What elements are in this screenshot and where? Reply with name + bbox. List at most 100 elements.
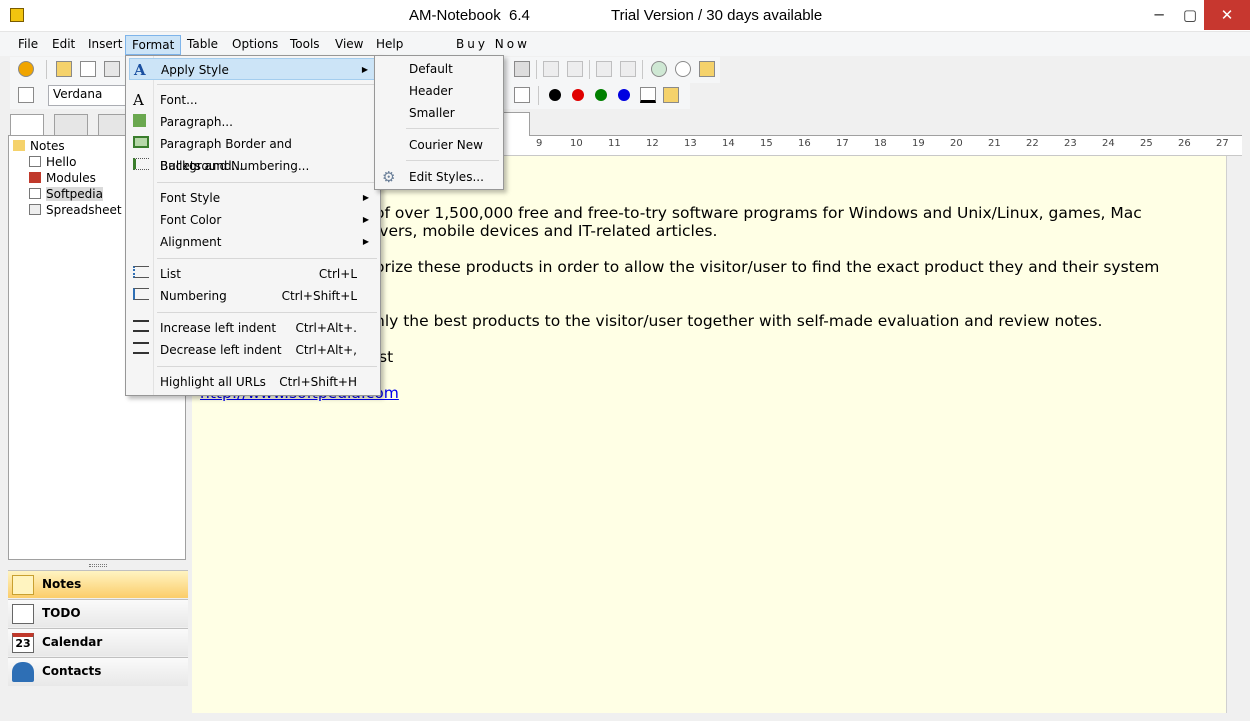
apply-style-icon: A — [134, 61, 146, 79]
menu-item-alignment[interactable]: Alignment ▶ — [129, 231, 377, 253]
modules-icon — [29, 172, 41, 183]
ruler-tick: 20 — [950, 138, 963, 149]
list-icon[interactable] — [514, 87, 530, 103]
page-icon — [29, 156, 41, 167]
menu-file[interactable]: File — [12, 35, 44, 55]
menu-item-bullets-numbering[interactable]: Bullets and Numbering... — [129, 155, 377, 177]
style-courier-new[interactable]: Courier New — [378, 134, 500, 156]
menu-view[interactable]: View — [329, 35, 369, 55]
font-icon: A — [133, 91, 144, 109]
menu-table[interactable]: Table — [181, 35, 224, 55]
menu-separator — [157, 312, 377, 313]
buy-now-link[interactable]: Buy Now — [456, 37, 530, 51]
menu-item-font-style[interactable]: Font Style ▶ — [129, 187, 377, 209]
ruler-tick: 25 — [1140, 138, 1153, 149]
calendar-icon: 23 — [12, 633, 34, 653]
color-black-icon[interactable] — [549, 89, 561, 101]
ruler-tick: 17 — [836, 138, 849, 149]
ruler-tick: 21 — [988, 138, 1001, 149]
submenu-arrow-icon: ▶ — [361, 65, 368, 74]
vertical-scrollbar[interactable] — [1226, 156, 1242, 713]
menu-item-font[interactable]: A Font... — [129, 89, 377, 111]
highlight-color-icon[interactable] — [663, 87, 679, 103]
menu-format[interactable]: Format — [125, 35, 182, 55]
ruler-tick: 16 — [798, 138, 811, 149]
edit-styles[interactable]: ⚙ Edit Styles... — [378, 166, 500, 188]
tab-search[interactable] — [54, 114, 88, 136]
nav-contacts-button[interactable]: Contacts — [8, 657, 188, 686]
toolbar-separator — [536, 60, 537, 79]
style-header[interactable]: Header — [378, 80, 500, 102]
menu-item-numbering[interactable]: Numbering Ctrl+Shift+L — [129, 285, 377, 307]
tree-item-softpedia[interactable]: Softpedia — [29, 186, 103, 202]
ruler-tick: 10 — [570, 138, 583, 149]
edit-table-icon[interactable] — [514, 61, 530, 77]
menu-item-highlight-urls[interactable]: Highlight all URLs Ctrl+Shift+H — [129, 371, 377, 393]
spreadsheet-icon — [29, 204, 41, 215]
tree-item-spreadsheet[interactable]: Spreadsheet — [29, 202, 122, 218]
menu-options[interactable]: Options — [226, 35, 284, 55]
tree-item-notes[interactable]: Notes — [13, 138, 65, 154]
menu-edit[interactable]: Edit — [46, 35, 81, 55]
menu-help[interactable]: Help — [370, 35, 409, 55]
splitter-grip[interactable] — [89, 564, 107, 567]
menu-tools[interactable]: Tools — [284, 35, 326, 55]
editor-line: of over 1,500,000 free and free-to-try s… — [375, 204, 1142, 222]
color-red-icon[interactable] — [572, 89, 584, 101]
toolbar-separator — [642, 60, 643, 79]
tab-notes-tree[interactable] — [10, 114, 44, 136]
new-folder-icon[interactable] — [56, 61, 72, 77]
ruler-tick: 15 — [760, 138, 773, 149]
insert-column-icon[interactable] — [567, 61, 583, 77]
ruler-tick: 22 — [1026, 138, 1039, 149]
style-icon[interactable] — [18, 87, 34, 103]
todo-icon — [12, 604, 34, 624]
ruler-tick: 9 — [536, 138, 543, 149]
toolbar-separator — [46, 60, 47, 79]
insert-row-icon[interactable] — [543, 61, 559, 77]
window-title: AM-Notebook 6.4 — [409, 7, 530, 24]
new-table-icon[interactable] — [104, 61, 120, 77]
nav-notes-button[interactable]: Notes — [8, 570, 188, 598]
style-smaller[interactable]: Smaller — [378, 102, 500, 124]
color-green-icon[interactable] — [595, 89, 607, 101]
nav-calendar-button[interactable]: 23 Calendar — [8, 628, 188, 656]
font-color-icon[interactable] — [640, 87, 656, 103]
ruler-tick: 26 — [1178, 138, 1191, 149]
new-page-icon[interactable] — [80, 61, 96, 77]
menu-separator — [157, 182, 377, 183]
ruler-tick: 14 — [722, 138, 735, 149]
tree-item-modules[interactable]: Modules — [29, 170, 96, 186]
database-icon[interactable] — [699, 61, 715, 77]
add-alarm-icon[interactable] — [651, 61, 667, 77]
menu-item-increase-indent[interactable]: Increase left indent Ctrl+Alt+. — [129, 317, 377, 339]
delete-row-icon[interactable] — [596, 61, 612, 77]
close-button[interactable]: ✕ — [1204, 0, 1250, 30]
toolbar-separator — [589, 60, 590, 79]
menu-item-decrease-indent[interactable]: Decrease left indent Ctrl+Alt+, — [129, 339, 377, 361]
ruler-tick: 24 — [1102, 138, 1115, 149]
document-tab[interactable] — [500, 112, 530, 136]
color-blue-icon[interactable] — [618, 89, 630, 101]
menu-separator — [157, 258, 377, 259]
menu-separator — [157, 84, 377, 85]
nav-todo-button[interactable]: TODO — [8, 599, 188, 627]
style-default[interactable]: Default — [378, 58, 500, 80]
page-icon — [29, 188, 41, 199]
menu-insert[interactable]: Insert — [82, 35, 128, 55]
tree-item-hello[interactable]: Hello — [29, 154, 76, 170]
folder-icon — [13, 140, 25, 151]
menu-item-paragraph[interactable]: Paragraph... — [129, 111, 377, 133]
new-note-icon[interactable] — [18, 61, 34, 77]
apply-style-submenu: Default Header Smaller Courier New ⚙ Edi… — [374, 55, 504, 190]
menu-item-list[interactable]: List Ctrl+L — [129, 263, 377, 285]
menu-item-font-color[interactable]: Font Color ▶ — [129, 209, 377, 231]
menu-item-apply-style[interactable]: A Apply Style ▶ — [129, 58, 377, 80]
editor-line: ivers, mobile devices and IT-related art… — [375, 222, 718, 240]
delete-column-icon[interactable] — [620, 61, 636, 77]
font-name-box[interactable]: Verdana — [48, 85, 130, 106]
alarm-clock-icon[interactable] — [675, 61, 691, 77]
menu-separator — [406, 128, 499, 129]
ruler-tick: 18 — [874, 138, 887, 149]
menu-item-border-background[interactable]: Paragraph Border and Background... — [129, 133, 377, 173]
